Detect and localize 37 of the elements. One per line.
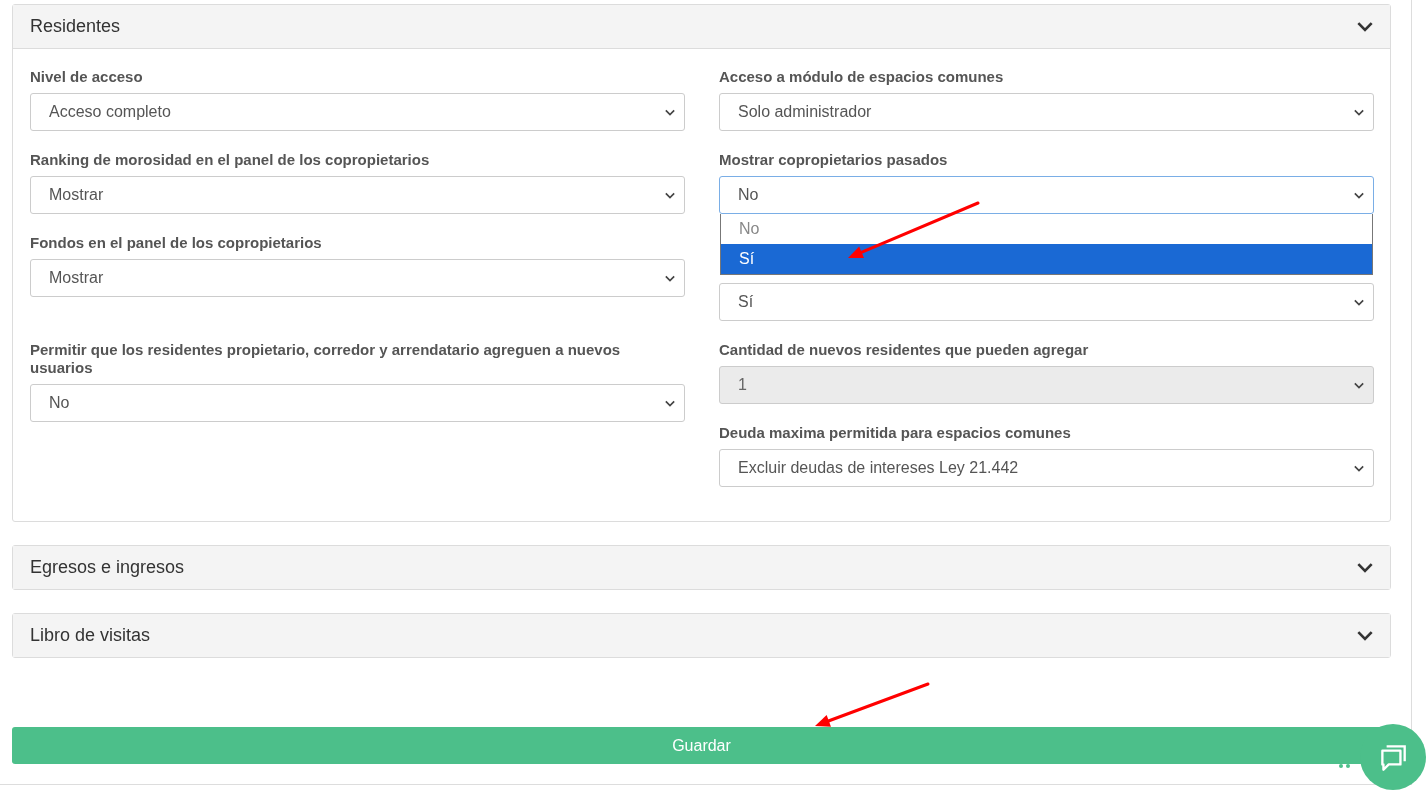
select-field[interactable]: No (719, 176, 1374, 214)
accordion-header[interactable]: Egresos e ingresos (13, 546, 1390, 589)
caret-icon (1354, 381, 1364, 389)
chevron-down-icon (1357, 562, 1373, 573)
caret-icon (665, 108, 675, 116)
dropdown-option[interactable]: No (721, 214, 1372, 244)
caret-icon (665, 191, 675, 199)
section-title: Egresos e ingresos (30, 557, 185, 578)
dropdown-option[interactable]: Sí (721, 244, 1372, 274)
select-field[interactable]: Mostrar (30, 176, 685, 214)
dots-icon (1339, 764, 1350, 768)
caret-icon (1354, 464, 1364, 472)
accordion-header[interactable]: Residentes (13, 5, 1390, 49)
field-label: Deuda maxima permitida para espacios comunes (719, 424, 1072, 442)
caret-icon (1354, 298, 1364, 306)
select-field[interactable]: No (30, 384, 685, 422)
select-field[interactable]: Sí (719, 283, 1374, 321)
field-label: Ranking de morosidad en el panel de los copropietarios (30, 151, 431, 169)
chevron-down-icon (1357, 21, 1373, 32)
select-field[interactable]: Solo administrador (719, 93, 1374, 131)
field-label: Acceso a módulo de espacios comunes (719, 68, 1005, 86)
select-field[interactable]: Excluir deudas de intereses Ley 21.442 (719, 449, 1374, 487)
field-label: Permitir que los residentes propietario, corredor y arrendatario agreguen a nuevos usuarios (30, 341, 622, 377)
select-field[interactable]: Mostrar (30, 259, 685, 297)
caret-icon (665, 399, 675, 407)
accordion-header[interactable]: Libro de visitas (13, 614, 1390, 657)
field-label: Nivel de acceso (30, 68, 144, 86)
field-label: Cantidad de nuevos residentes que pueden agregar (719, 341, 1090, 359)
select-field[interactable]: Acceso completo (30, 93, 685, 131)
caret-icon (665, 274, 675, 282)
section-title: Residentes (30, 16, 121, 37)
chevron-down-icon (1357, 630, 1373, 641)
caret-icon (1354, 108, 1364, 116)
caret-icon (1354, 191, 1364, 199)
section-title: Libro de visitas (30, 625, 151, 646)
field-label: Fondos en el panel de los copropietarios (30, 234, 323, 252)
field-label: Mostrar copropietarios pasados (719, 151, 949, 169)
